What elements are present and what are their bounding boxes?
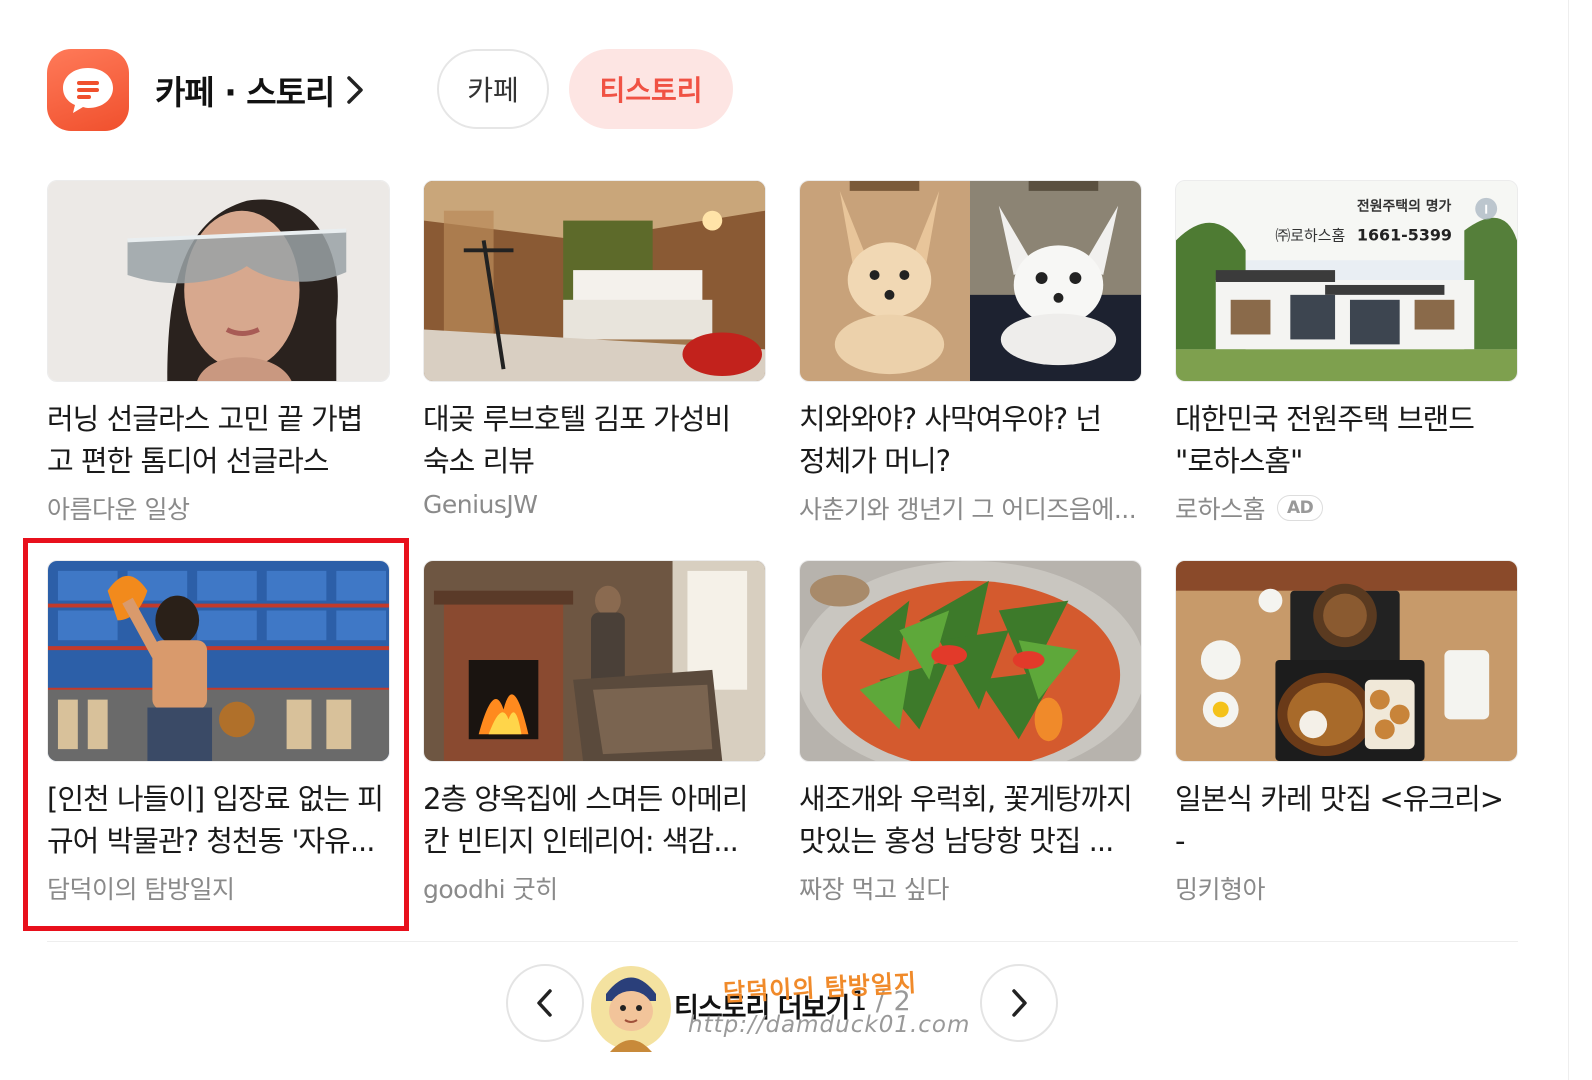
story-card[interactable]: 러닝 선글라스 고민 끝 가볍 고 편한 톰디어 선글라스 아름다운 일상 bbox=[47, 180, 390, 526]
chevron-right-icon bbox=[1012, 989, 1027, 1017]
story-card[interactable]: 치와와야? 사막여우야? 넌 정체가 머니? 사춘기와 갱년기 그 어디즈음에.… bbox=[799, 180, 1142, 526]
card-source: goodhi 굿히 bbox=[423, 870, 766, 906]
story-card[interactable]: 대곶 루브호텔 김포 가성비 숙소 리뷰 GeniusJW bbox=[423, 180, 766, 519]
card-source-name: 아름다운 일상 bbox=[47, 495, 190, 524]
section-header: 카페 · 스토리 bbox=[47, 48, 364, 132]
story-card[interactable]: 2층 양옥집에 스며든 아메리 칸 빈티지 인테리어: 색감... goodhi… bbox=[423, 560, 766, 906]
card-source: 로하스홈 AD bbox=[1175, 490, 1518, 526]
card-title: 2층 양옥집에 스며든 아메리 칸 빈티지 인테리어: 색감... bbox=[423, 782, 749, 858]
more-link[interactable]: 티스토리 더보기 1 / 2 담덕이의 탐방일지 http://damduck0… bbox=[588, 950, 971, 1060]
chevron-right-icon bbox=[347, 76, 364, 104]
section-title: 카페 · 스토리 bbox=[155, 73, 335, 112]
next-page-button[interactable] bbox=[980, 964, 1058, 1042]
card-thumbnail bbox=[423, 560, 766, 762]
card-thumbnail bbox=[799, 560, 1142, 762]
card-thumbnail bbox=[423, 180, 766, 382]
chevron-left-icon bbox=[537, 989, 552, 1017]
chat-bubble-app-icon bbox=[47, 49, 129, 131]
card-thumbnail bbox=[799, 180, 1142, 382]
card-title: [인천 나들이] 입장료 없는 피 규어 박물관? 청천동 '자유... bbox=[47, 782, 384, 858]
ad-slogan-text: 전원주택의 명가 bbox=[1357, 198, 1452, 215]
card-source: GeniusJW bbox=[423, 490, 766, 519]
card-source: 사춘기와 갱년기 그 어디즈음에... bbox=[799, 490, 1142, 526]
content-panel: 카페 · 스토리 카페 티스토리 러닝 선글라스 고민 끝 가볍 고 편한 톰디… bbox=[0, 0, 1569, 1080]
story-card[interactable]: 일본식 카레 맛집 <유크리> - 수제 레몬 소바, 등심카츠, ... 밍키… bbox=[1175, 560, 1518, 906]
ad-phone-text: 1661-5399 bbox=[1357, 225, 1452, 244]
tab-tistory[interactable]: 티스토리 bbox=[569, 49, 733, 129]
card-source-name: 사춘기와 갱년기 그 어디즈음에... bbox=[799, 495, 1137, 524]
ad-badge: AD bbox=[1277, 495, 1324, 521]
card-title: 새조개와 우럭회, 꽃게탕까지 맛있는 홍성 남당항 맛집 ... bbox=[799, 782, 1133, 858]
section-title-link[interactable]: 카페 · 스토리 bbox=[155, 66, 364, 114]
card-title: 러닝 선글라스 고민 끝 가볍 고 편한 톰디어 선글라스 bbox=[47, 402, 363, 478]
tab-cafe[interactable]: 카페 bbox=[437, 49, 549, 129]
card-source: 짜장 먹고 싶다 bbox=[799, 870, 1142, 906]
card-source-name: GeniusJW bbox=[423, 490, 538, 519]
story-card[interactable]: 새조개와 우럭회, 꽃게탕까지 맛있는 홍성 남당항 맛집 ... 짜장 먹고 … bbox=[799, 560, 1142, 906]
ad-brand-text: ㈜로하스홈 bbox=[1275, 226, 1345, 244]
card-thumbnail bbox=[47, 180, 390, 382]
watermark-avatar bbox=[591, 966, 671, 1052]
card-title: 일본식 카레 맛집 <유크리> - 수제 레몬 소바, 등심카츠, ... bbox=[1175, 782, 1504, 858]
card-source-name: goodhi 굿히 bbox=[423, 875, 558, 904]
story-card[interactable]: 전원주택의 명가 ㈜로하스홈 1661-5399 대한민국 전원주택 브랜드 "… bbox=[1175, 180, 1518, 526]
card-source-name: 로하스홈 bbox=[1175, 495, 1266, 524]
card-thumbnail: 전원주택의 명가 ㈜로하스홈 1661-5399 bbox=[1175, 180, 1518, 382]
card-source: 담덕이의 탐방일지 bbox=[47, 870, 390, 906]
card-source-name: 밍키형아 bbox=[1175, 875, 1266, 904]
card-title: 치와와야? 사막여우야? 넌 정체가 머니? bbox=[799, 402, 1102, 478]
card-title: 대한민국 전원주택 브랜드 "로하스홈" bbox=[1175, 402, 1475, 478]
card-source: 밍키형아 bbox=[1175, 870, 1518, 906]
watermark-url: http://damduck01.com bbox=[688, 1012, 971, 1038]
card-source-name: 짜장 먹고 싶다 bbox=[799, 875, 949, 904]
card-source: 아름다운 일상 bbox=[47, 490, 390, 526]
card-thumbnail bbox=[1175, 560, 1518, 762]
card-thumbnail bbox=[47, 560, 390, 762]
divider bbox=[47, 941, 1518, 942]
story-card[interactable]: [인천 나들이] 입장료 없는 피 규어 박물관? 청천동 '자유... 담덕이… bbox=[47, 560, 390, 906]
card-title: 대곶 루브호텔 김포 가성비 숙소 리뷰 bbox=[423, 402, 731, 478]
tab-bar: 카페 티스토리 bbox=[437, 49, 733, 129]
prev-page-button[interactable] bbox=[506, 964, 584, 1042]
card-source-name: 담덕이의 탐방일지 bbox=[47, 875, 235, 904]
